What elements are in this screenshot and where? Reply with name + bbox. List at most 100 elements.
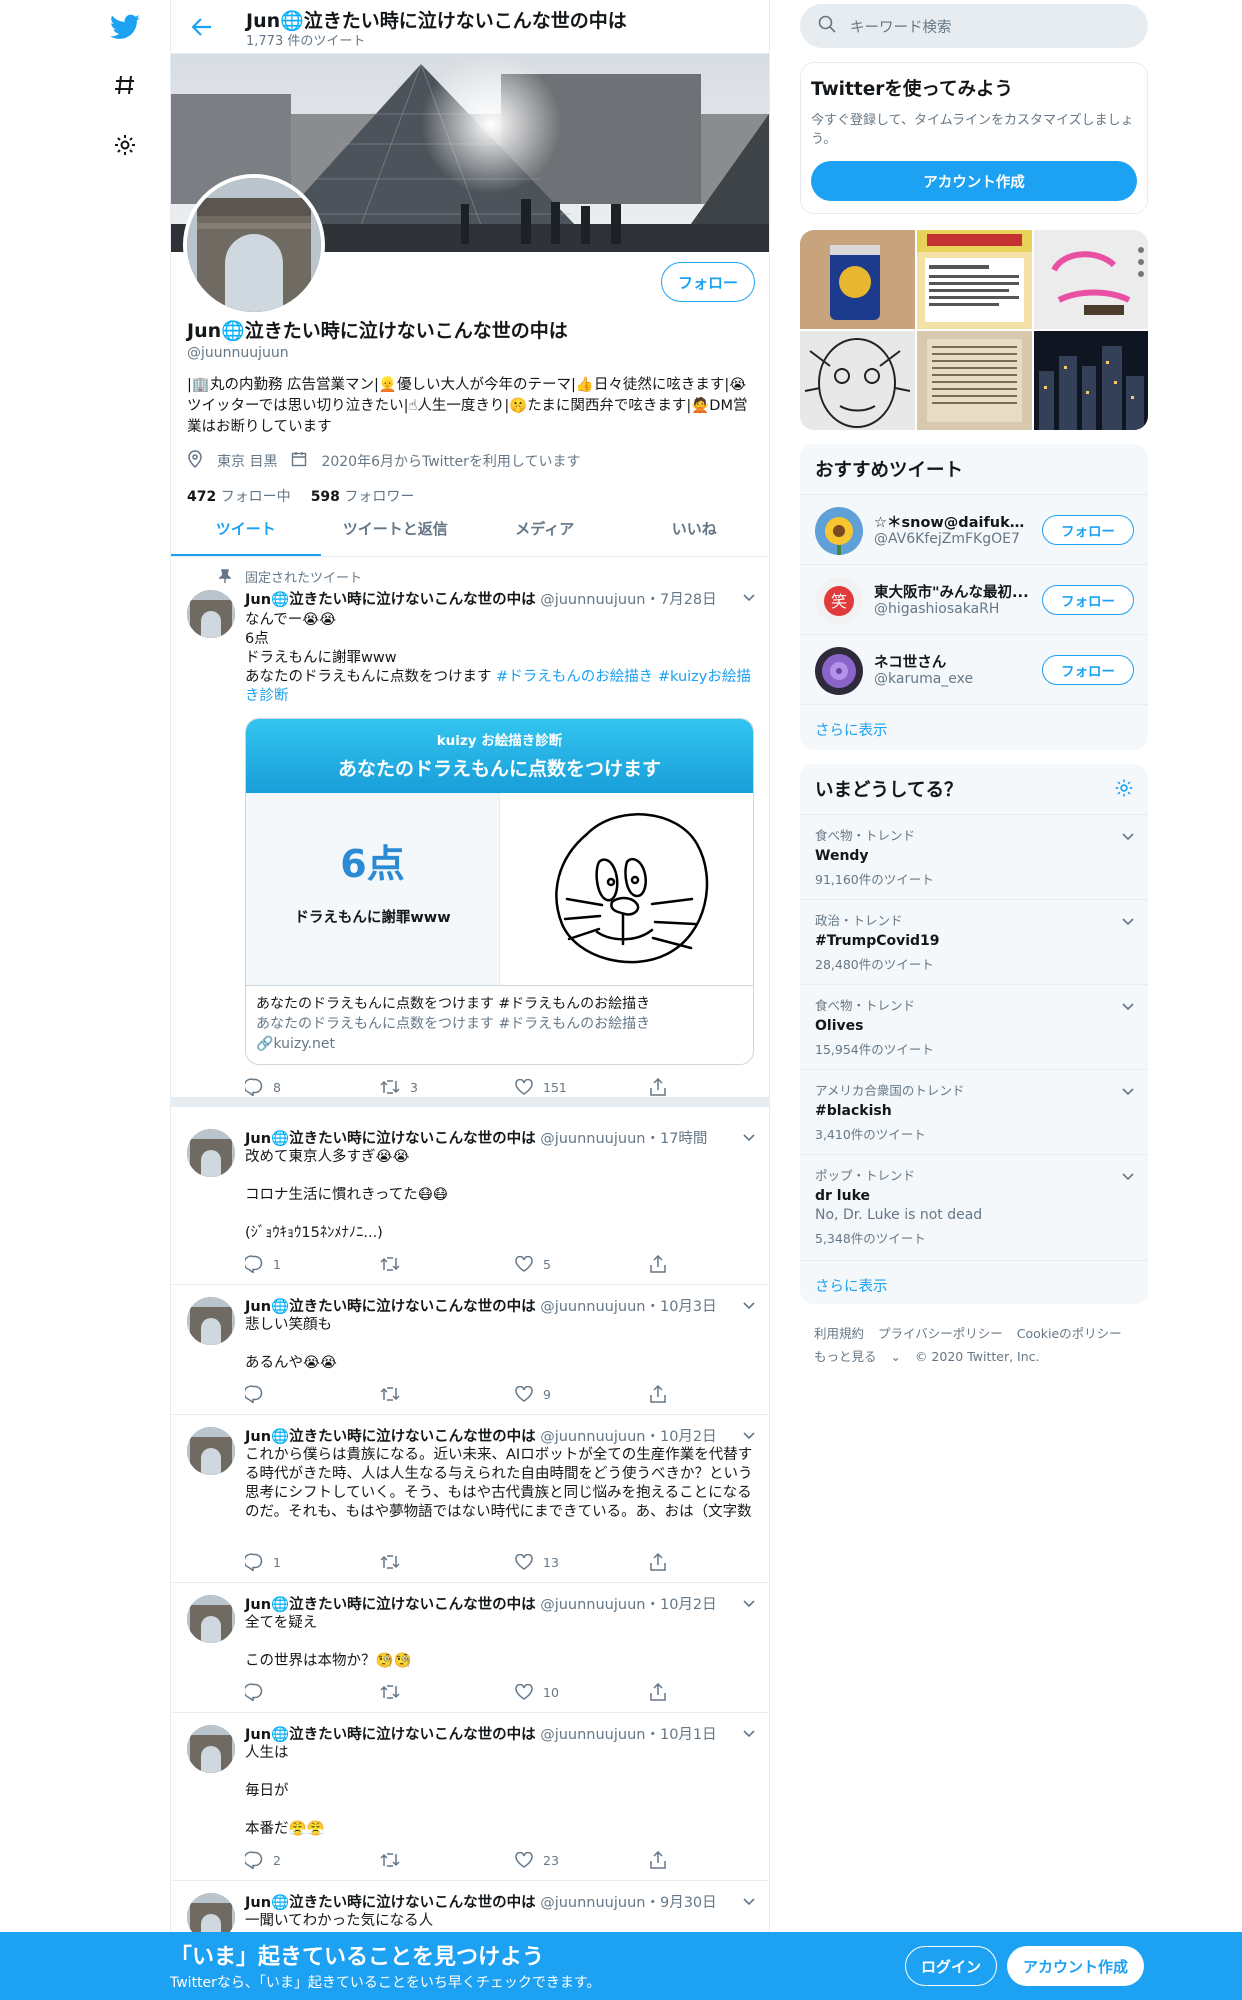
- media-thumbnail[interactable]: [800, 230, 915, 329]
- search-box[interactable]: キーワード検索: [800, 4, 1148, 48]
- tab-tweets-and-replies[interactable]: ツイートと返信: [321, 500, 471, 556]
- search-input[interactable]: キーワード検索: [850, 16, 952, 37]
- tweet-menu-chevron-icon[interactable]: [743, 1429, 755, 1443]
- chevron-down-icon[interactable]: [1122, 997, 1134, 1015]
- link-card[interactable]: kuizy お絵描き診断 あなたのドラえもんに点数をつけます 6点 ドラえもんに…: [245, 718, 754, 1065]
- trend-item[interactable]: 政治・トレンド #TrumpCovid19 28,480件のツイート: [800, 900, 1148, 985]
- tweet-menu-chevron-icon[interactable]: [743, 1895, 755, 1909]
- tweet-menu-chevron-icon[interactable]: [743, 1131, 755, 1145]
- follow-account-button[interactable]: フォロー: [1042, 655, 1134, 685]
- like-button[interactable]: 5: [515, 1255, 650, 1273]
- chevron-down-icon[interactable]: [1122, 827, 1134, 845]
- tweet-avatar[interactable]: [187, 590, 235, 638]
- tab-media[interactable]: メディア: [470, 500, 620, 556]
- share-button[interactable]: [650, 1553, 785, 1571]
- tweet[interactable]: Jun🌐泣きたい時に泣けないこんな世の中は @juunnuujuun・10月3日…: [171, 1285, 769, 1415]
- account-handle: @AV6KfejZmFKgOE7: [874, 531, 1020, 547]
- tweet-avatar[interactable]: [187, 1297, 235, 1345]
- retweet-button[interactable]: [380, 1851, 515, 1869]
- follow-account-button[interactable]: フォロー: [1042, 515, 1134, 545]
- tweet-menu-chevron-icon[interactable]: [743, 591, 755, 605]
- explore-hashtag-icon[interactable]: [108, 68, 142, 102]
- share-button[interactable]: [650, 1851, 785, 1869]
- tweet-avatar[interactable]: [187, 1725, 235, 1773]
- account-avatar[interactable]: [815, 647, 863, 695]
- media-thumbnail[interactable]: [917, 230, 1032, 329]
- tweet-avatar[interactable]: [187, 1595, 235, 1643]
- trend-item[interactable]: 食べ物・トレンド Olives 15,954件のツイート: [800, 985, 1148, 1070]
- share-button[interactable]: [650, 1255, 785, 1273]
- reply-button[interactable]: [245, 1385, 380, 1403]
- trend-item[interactable]: ポップ・トレンド dr luke No, Dr. Luke is not dea…: [800, 1155, 1148, 1261]
- retweet-button[interactable]: 3: [380, 1078, 515, 1096]
- back-arrow-icon[interactable]: [187, 12, 217, 42]
- footer-link-terms[interactable]: 利用規約: [814, 1326, 864, 1341]
- settings-gear-icon[interactable]: [108, 128, 142, 162]
- retweet-button[interactable]: [380, 1385, 515, 1403]
- share-button[interactable]: [650, 1078, 785, 1096]
- tweet[interactable]: Jun🌐泣きたい時に泣けないこんな世の中は @juunnuujuun・10月2日…: [171, 1415, 769, 1583]
- reply-button[interactable]: 1: [245, 1553, 380, 1571]
- reply-button[interactable]: 2: [245, 1851, 380, 1869]
- tweet-menu-chevron-icon[interactable]: [743, 1299, 755, 1313]
- like-button[interactable]: 13: [515, 1553, 650, 1571]
- account-avatar[interactable]: 笑: [815, 577, 863, 625]
- footer-link-privacy[interactable]: プライバシーポリシー: [878, 1326, 1003, 1341]
- login-button[interactable]: ログイン: [905, 1946, 997, 1986]
- like-button[interactable]: 10: [515, 1683, 650, 1701]
- recommended-account[interactable]: ☆＊snow@daifuku＊☆ @AV6KfejZmFKgOE7 フォロー: [800, 495, 1148, 565]
- profile-name: Jun🌐泣きたい時に泣けないこんな世の中は: [187, 320, 568, 342]
- footer-link-cookies[interactable]: Cookieのポリシー: [1017, 1326, 1122, 1341]
- trend-item[interactable]: アメリカ合衆国のトレンド #blackish 3,410件のツイート: [800, 1070, 1148, 1155]
- retweet-button[interactable]: [380, 1683, 515, 1701]
- account-avatar[interactable]: [815, 507, 863, 555]
- recommended-account[interactable]: ネコ世さん @karuma_exe フォロー: [800, 635, 1148, 705]
- profile-bio: |🏢丸の内勤務 広告営業マン|👱優しい大人が今年のテーマ|👍日々徒然に呟きます|…: [187, 377, 748, 435]
- retweet-button[interactable]: [380, 1255, 515, 1273]
- chevron-down-icon[interactable]: [1122, 1167, 1134, 1185]
- profile-avatar[interactable]: [183, 174, 325, 316]
- signup-button[interactable]: アカウント作成: [1007, 1946, 1144, 1986]
- tweet-menu-chevron-icon[interactable]: [743, 1727, 755, 1741]
- twitter-logo-icon[interactable]: [108, 10, 142, 44]
- media-thumbnail[interactable]: [1034, 331, 1148, 430]
- media-thumbnail[interactable]: [800, 331, 915, 430]
- footer-more-link[interactable]: もっと見る ⌄: [814, 1349, 901, 1364]
- trend-item[interactable]: 食べ物・トレンド Wendy 91,160件のツイート: [800, 815, 1148, 900]
- trend-count: 3,410件のツイート: [815, 1127, 926, 1142]
- tweet[interactable]: Jun🌐泣きたい時に泣けないこんな世の中は @juunnuujuun・17時間 …: [171, 1117, 769, 1285]
- account-handle: @karuma_exe: [874, 671, 974, 687]
- reply-button[interactable]: 1: [245, 1255, 380, 1273]
- tab-likes[interactable]: いいね: [620, 500, 770, 556]
- trends-settings-gear-icon[interactable]: [1114, 778, 1134, 803]
- location-pin-icon: [187, 450, 203, 472]
- retweet-button[interactable]: [380, 1553, 515, 1571]
- chevron-down-icon[interactable]: [1122, 912, 1134, 930]
- account-name: 東大阪市"みんな最初...: [874, 585, 1029, 601]
- like-button[interactable]: 151: [515, 1078, 650, 1096]
- share-button[interactable]: [650, 1385, 785, 1403]
- media-thumbnail[interactable]: [1034, 230, 1148, 329]
- follow-account-button[interactable]: フォロー: [1042, 585, 1134, 615]
- chevron-down-icon[interactable]: [1122, 1082, 1134, 1100]
- tweet[interactable]: Jun🌐泣きたい時に泣けないこんな世の中は @juunnuujuun・10月2日…: [171, 1583, 769, 1713]
- like-button[interactable]: 23: [515, 1851, 650, 1869]
- reply-button[interactable]: 8: [245, 1078, 380, 1096]
- tweet-actions: 8 3 151: [245, 1078, 785, 1096]
- tweet[interactable]: Jun🌐泣きたい時に泣けないこんな世の中は @juunnuujuun・10月1日…: [171, 1713, 769, 1881]
- tweet-menu-chevron-icon[interactable]: [743, 1597, 755, 1611]
- media-thumbnail[interactable]: [917, 331, 1032, 430]
- share-button[interactable]: [650, 1683, 785, 1701]
- tab-tweets[interactable]: ツイート: [171, 500, 321, 556]
- tweet-avatar[interactable]: [187, 1427, 235, 1475]
- tweet-avatar[interactable]: [187, 1129, 235, 1177]
- create-account-button[interactable]: アカウント作成: [811, 161, 1137, 201]
- show-more-link[interactable]: さらに表示: [800, 705, 1148, 750]
- follow-button[interactable]: フォロー: [660, 262, 755, 302]
- trends-show-more-link[interactable]: さらに表示: [800, 1261, 1148, 1304]
- tweet-header: Jun🌐泣きたい時に泣けないこんな世の中は @juunnuujuun・10月2日: [245, 1429, 717, 1445]
- profile-timeline-column: Jun🌐泣きたい時に泣けないこんな世の中は 1,773 件のツイート フォロー …: [170, 0, 770, 2000]
- reply-button[interactable]: [245, 1683, 380, 1701]
- like-button[interactable]: 9: [515, 1385, 650, 1403]
- recommended-account[interactable]: 笑 東大阪市"みんな最初... @higashiosakaRH フォロー: [800, 565, 1148, 635]
